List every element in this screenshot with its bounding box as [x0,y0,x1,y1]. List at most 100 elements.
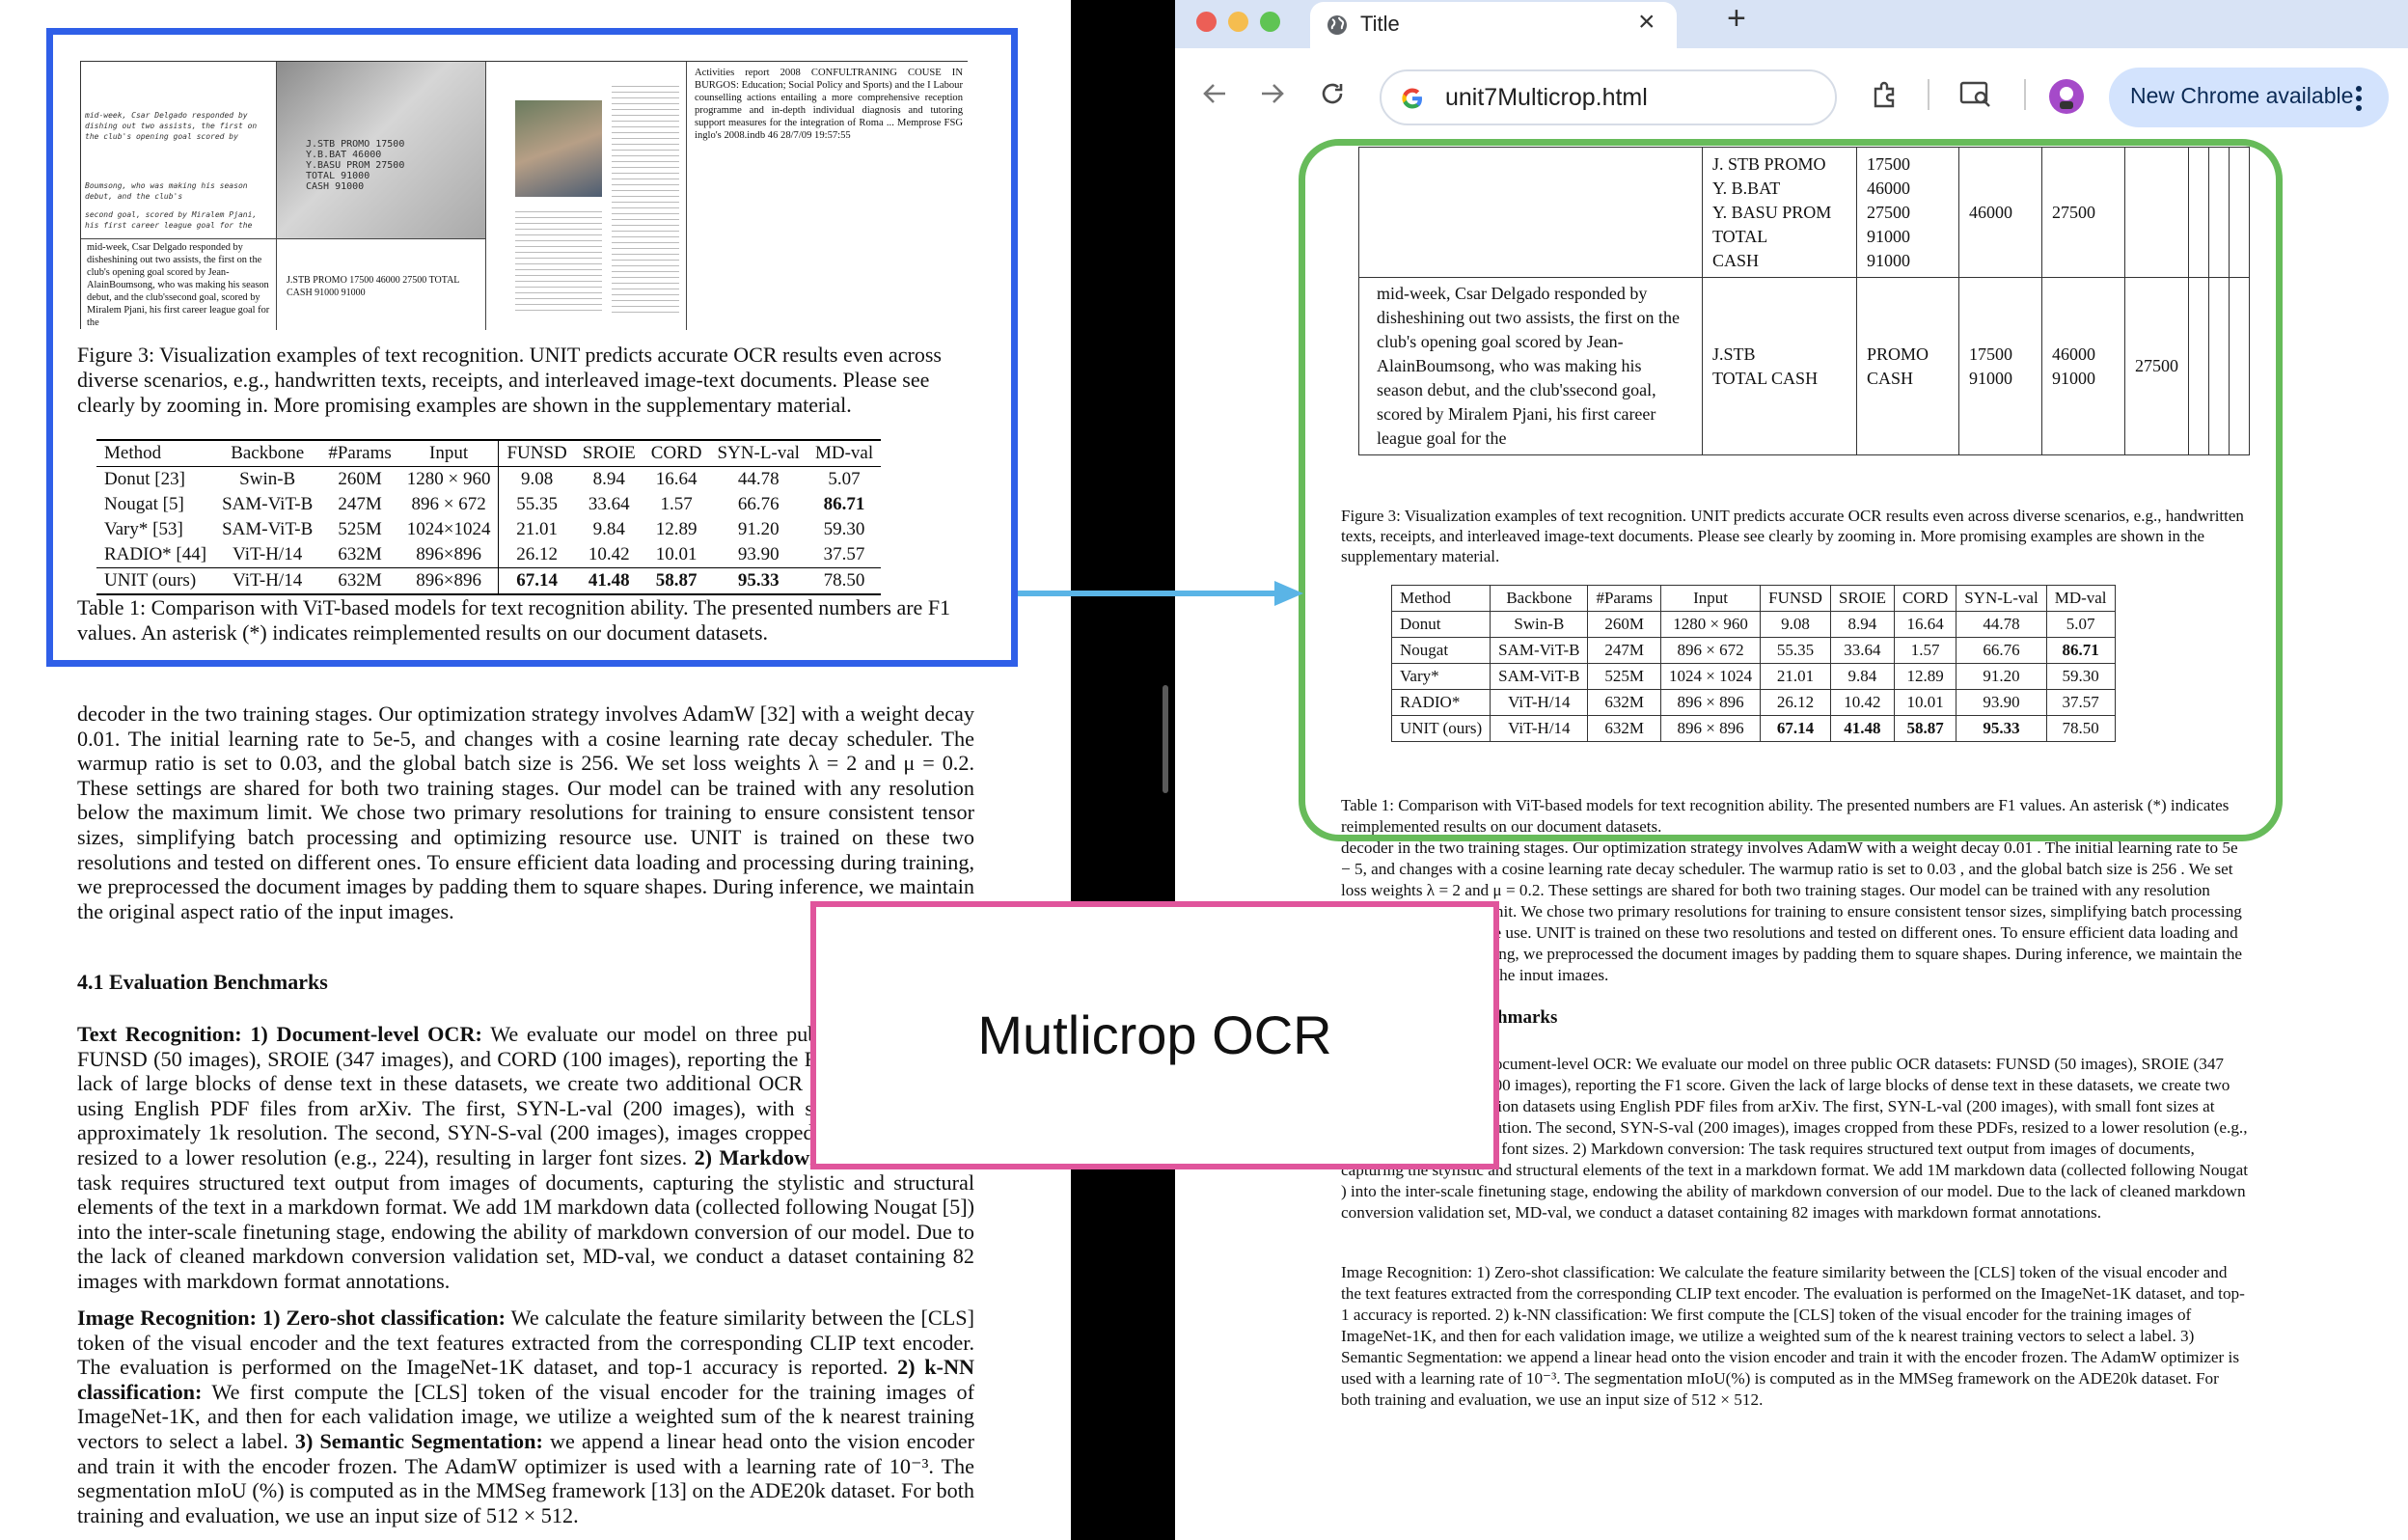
address-bar[interactable]: unit7Multicrop.html [1380,69,1837,125]
table-cell: 21.01 [516,519,558,539]
table-cell: 58.87 [643,567,710,595]
table-row: Donut [23] Swin-B 260M 1280 × 960 9.08 8.94 16… [96,466,881,492]
new-chrome-available-button[interactable]: New Chrome available [2109,68,2389,127]
close-tab-icon[interactable]: × [1638,6,1656,39]
table-cell: 93.90 [737,544,780,564]
table-cell: 41.48 [574,567,643,595]
table-cell: 1.57 [660,494,693,514]
profile-person-icon [2060,87,2073,109]
table-header: CORD [643,439,710,467]
left-document-panel: mid-week, Csar Delgado responded by dish… [0,0,1071,1540]
update-label: New Chrome available [2130,83,2354,108]
multicrop-ocr-label: Mutlicrop OCR [977,1004,1332,1065]
table-cell: 5.07 [828,469,861,489]
minimize-window-button[interactable] [1228,12,1248,32]
table-cell: 33.64 [588,494,630,514]
multicrop-ocr-label-box: Mutlicrop OCR [810,901,1499,1169]
table-header: Method [96,439,215,467]
table-cell: 67.14 [498,567,575,595]
tab-search-icon[interactable] [1958,79,1993,110]
handwriting-sample: mid-week, Csar Delgado responded by dish… [85,110,273,231]
figure-receipt-cell: J.STB PROMO 17500 Y.B.BAT 46000 Y.BASU P… [277,62,486,330]
close-window-button[interactable] [1196,12,1217,32]
table-cell: 55.35 [516,494,558,514]
table-row: UNIT (ours) ViT-H/14 632M 896×896 67.14 41.48… [96,567,882,595]
tab-title: Title [1360,12,1400,36]
table-cell: UNIT (ours) [96,567,215,595]
split-view-handle[interactable] [1163,685,1168,793]
handwriting-line: second goal, scored by Miralem Pjani, hi… [85,210,258,230]
table-cell: Nougat [5] [104,494,184,514]
table-cell: 16.64 [655,469,698,489]
globe-icon [1327,15,1347,35]
figure-report-cell: Activities report 2008 CONFULTRANING COU… [687,62,969,330]
receipt-ocr-output: J.STB PROMO 17500 46000 27500 TOTAL CASH… [287,275,460,298]
forward-arrow-icon[interactable] [1258,79,1287,108]
handwriting-line: mid-week, Csar Delgado responded by dish… [85,111,258,141]
table-header: #Params [320,439,399,467]
table-row: Nougat [5] SAM-ViT-B 247M 896 × 672 55.35 33.… [96,492,881,517]
table-cell: 12.89 [655,519,698,539]
table-cell: 44.78 [737,469,780,489]
table-cell: 59.30 [823,519,865,539]
tab-active[interactable]: Title × [1310,2,1677,48]
google-g-icon [1402,88,1422,109]
browser-toolbar: unit7Multicrop.html New Chrome available [1175,48,2408,147]
table-cell: 632M [320,567,399,595]
table-cell: 896×896 [398,542,500,568]
handwriting-line: Boumsong, who was making his season debu… [85,181,248,201]
more-menu-icon [2356,86,2362,111]
figure-document-cell [486,62,687,330]
url-text: unit7Multicrop.html [1445,84,1648,111]
split-view-divider [1071,0,1175,1540]
table-header-row: Method Backbone #Params Input FUNSD SROI… [96,439,882,467]
table-cell: 10.01 [655,544,698,564]
table-cell: Vary* [53] [104,519,183,539]
text-recognition-heading: Text Recognition: 1) Document-level OCR: [77,1022,482,1046]
table-cell: 896×896 [398,567,500,595]
table-cell: 66.76 [737,494,780,514]
table-row: RADIO* [44] ViT-H/14 632M 896×896 26.12 10.42… [96,542,881,568]
reload-icon[interactable] [1318,79,1347,108]
highlight-box-green [1299,139,2283,841]
table-cell: 9.84 [592,519,625,539]
back-arrow-icon[interactable] [1200,79,1229,108]
new-tab-button[interactable]: + [1727,0,1746,38]
table-cell: 260M [338,469,382,489]
table-cell: SAM-ViT-B [222,494,314,514]
table-header: Input [398,439,500,467]
rendered-paragraph-image-recognition: Image Recognition: 1) Zero-shot classifi… [1341,1263,2245,1409]
table-cell: ViT-H/14 [233,544,303,564]
handwriting-ocr-output: mid-week, Csar Delgado responded by dish… [87,242,270,328]
table-cell: Swin-B [239,469,296,489]
figure-handwriting-cell: mid-week, Csar Delgado responded by dish… [81,62,277,330]
table-cell: 86.71 [823,494,865,514]
table-cell: 26.12 [516,544,558,564]
tab-bar: Title × + [1175,0,2408,48]
figure-3-image-strip: mid-week, Csar Delgado responded by dish… [80,61,969,330]
table-cell: 10.42 [588,544,630,564]
table-cell: 1280 × 960 [398,466,500,492]
maximize-window-button[interactable] [1260,12,1280,32]
receipt-photo-lines: J.STB PROMO 17500 Y.B.BAT 46000 Y.BASU P… [306,139,405,192]
table-cell: 95.33 [709,567,807,595]
segmentation-heading: 3) Semantic Segmentation: [287,1428,543,1453]
table-header: SYN-L-val [709,439,807,467]
table-cell: 78.50 [807,567,882,595]
profile-avatar[interactable] [2049,79,2084,114]
table-cell: 9.08 [521,469,554,489]
table-header: MD-val [807,439,882,467]
table-cell: 525M [338,519,382,539]
table-cell: 247M [338,494,382,514]
table-cell: SAM-ViT-B [222,519,314,539]
table-cell: Donut [23] [104,469,185,489]
table-header: FUNSD [498,439,575,467]
table-cell: ViT-H/14 [214,567,321,595]
receipt-photo: J.STB PROMO 17500 Y.B.BAT 46000 Y.BASU P… [277,62,485,238]
document-photo [515,100,602,197]
image-recognition-heading: Image Recognition: 1) Zero-shot classifi… [77,1306,506,1330]
arrow-right-icon [1018,581,1303,606]
extensions-puzzle-icon[interactable] [1868,77,1902,112]
table-row: Vary* [53] SAM-ViT-B 525M 1024×1024 21.01 9.8… [96,517,881,542]
table-1-caption: Table 1: Comparison with ViT-based model… [77,595,951,645]
